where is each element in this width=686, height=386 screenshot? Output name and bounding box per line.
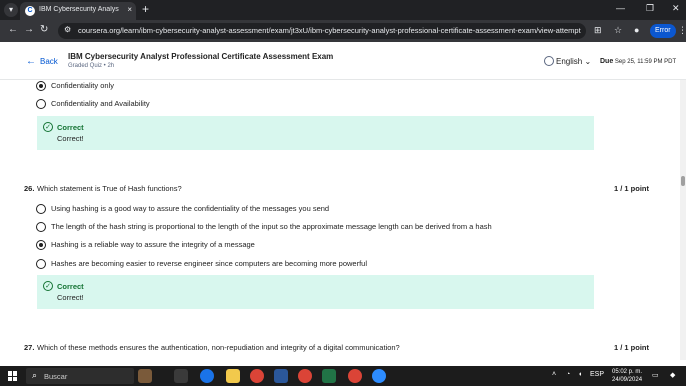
globe-icon [544,56,554,66]
question-text: Which of these methods ensures the authe… [37,343,400,352]
volume-icon[interactable]: ◖ [578,371,582,378]
browser-tab[interactable]: C IBM Cybersecurity Analyst Profe × [20,2,136,20]
radio-button[interactable] [36,222,46,232]
question-number: 27. [24,343,35,352]
word-icon[interactable] [274,369,288,383]
close-window-icon[interactable]: ✕ [672,3,680,14]
excel-icon[interactable] [322,369,336,383]
coursera-favicon-icon: C [25,6,35,16]
option-label: Using hashing is a good way to assure th… [51,204,330,213]
reload-icon[interactable]: ↻ [40,24,48,35]
file-explorer-icon[interactable] [226,369,240,383]
language-indicator[interactable]: ESP [590,371,604,378]
check-circle-icon: ✓ [43,281,53,291]
new-tab-button[interactable]: + [142,2,149,16]
feedback-box: ✓ Correct Correct! [37,275,594,309]
url-text: coursera.org/learn/ibm-cybersecurity-ana… [78,26,581,35]
back-label: Back [40,57,58,66]
radio-button[interactable] [36,81,46,91]
windows-start-icon[interactable] [8,371,18,381]
search-placeholder: Buscar [44,372,68,381]
weather-avatar-icon[interactable] [138,369,152,383]
language-selector[interactable]: English ⌄ [544,56,591,66]
question-text: Which statement is True of Hash function… [37,184,182,193]
translate-icon[interactable]: ⊞ [594,25,602,36]
chevron-up-icon[interactable]: ˄ [552,371,556,378]
scrollbar-thumb[interactable] [681,176,685,186]
task-view-icon[interactable] [174,369,188,383]
radio-button[interactable] [36,240,46,250]
tab-search-icon[interactable]: ▾ [4,3,18,17]
feedback-text: Correct! [57,293,84,302]
option-label: Hashes are becoming easier to reverse en… [51,259,367,268]
tab-close-icon[interactable]: × [127,5,132,14]
chrome-profile-icon[interactable] [348,369,362,383]
notification-icon[interactable]: ▭ [652,371,659,379]
taskbar-search[interactable]: ⌕ Buscar [26,368,134,384]
chrome-icon[interactable] [250,369,264,383]
radio-button[interactable] [36,99,46,109]
check-circle-icon: ✓ [43,122,53,132]
back-icon[interactable]: ← [8,24,18,35]
address-bar[interactable]: ⚙ coursera.org/learn/ibm-cybersecurity-a… [58,23,586,39]
due-value: Sep 25, 11:59 PM PDT [614,59,677,65]
arrow-left-icon: ← [26,56,36,67]
chevron-down-icon: ⌄ [584,57,592,66]
profile-icon[interactable]: ● [634,25,639,35]
forward-icon[interactable]: → [24,24,34,35]
clock-date: 24/09/2024 [612,377,643,383]
language-label: English [556,57,583,66]
back-link[interactable]: ← Back [26,56,58,67]
clock[interactable]: 05:02 p. m. 24/09/2024 [612,368,642,384]
chrome-active-icon[interactable] [298,369,312,383]
feedback-title: Correct [57,123,84,132]
error-button[interactable]: Error [650,24,676,38]
site-info-icon[interactable]: ⚙ [64,25,71,34]
feedback-box: ✓ Correct Correct! [37,116,594,150]
radio-button[interactable] [36,259,46,269]
tab-title: IBM Cybersecurity Analyst Profe [39,6,119,13]
question-points: 1 / 1 point [614,343,650,352]
due-date: Due Sep 25, 11:59 PM PDT [600,58,676,65]
option-label: Confidentiality and Availability [51,99,150,108]
option-label: Confidentiality only [51,81,114,90]
radio-button[interactable] [36,204,46,214]
browser-tab-strip: ▾ C IBM Cybersecurity Analyst Profe × + … [0,0,686,20]
minimize-icon[interactable]: — [616,3,625,13]
option-label: The length of the hash string is proport… [51,222,492,231]
due-label: Due [600,58,614,65]
bookmark-icon[interactable]: ☆ [614,25,622,36]
edge-icon[interactable] [200,369,214,383]
copilot-icon[interactable]: ◆ [670,371,675,379]
question-number: 26. [24,184,35,193]
exam-title: IBM Cybersecurity Analyst Professional C… [68,52,334,61]
page-scrollbar[interactable] [680,80,686,360]
search-icon: ⌕ [32,370,38,380]
feedback-text: Correct! [57,134,84,143]
clock-time: 05:02 p. m. [612,369,643,375]
menu-icon[interactable]: ⋮ [678,25,686,36]
browser-toolbar: ← → ↻ ⚙ coursera.org/learn/ibm-cybersecu… [0,20,686,42]
maximize-icon[interactable]: ❐ [646,3,654,14]
zoom-icon[interactable] [372,369,386,383]
question-points: 1 / 1 point [614,184,650,193]
feedback-title: Correct [57,282,84,291]
option-label: Hashing is a reliable way to assure the … [51,240,255,249]
exam-subtitle: Graded Quiz • 2h [68,63,115,69]
windows-taskbar: ⌕ Buscar ˄ ◔ ◖ ESP 05:02 p. m. 24/09/202… [0,366,686,386]
network-icon[interactable]: ◔ [566,371,570,378]
